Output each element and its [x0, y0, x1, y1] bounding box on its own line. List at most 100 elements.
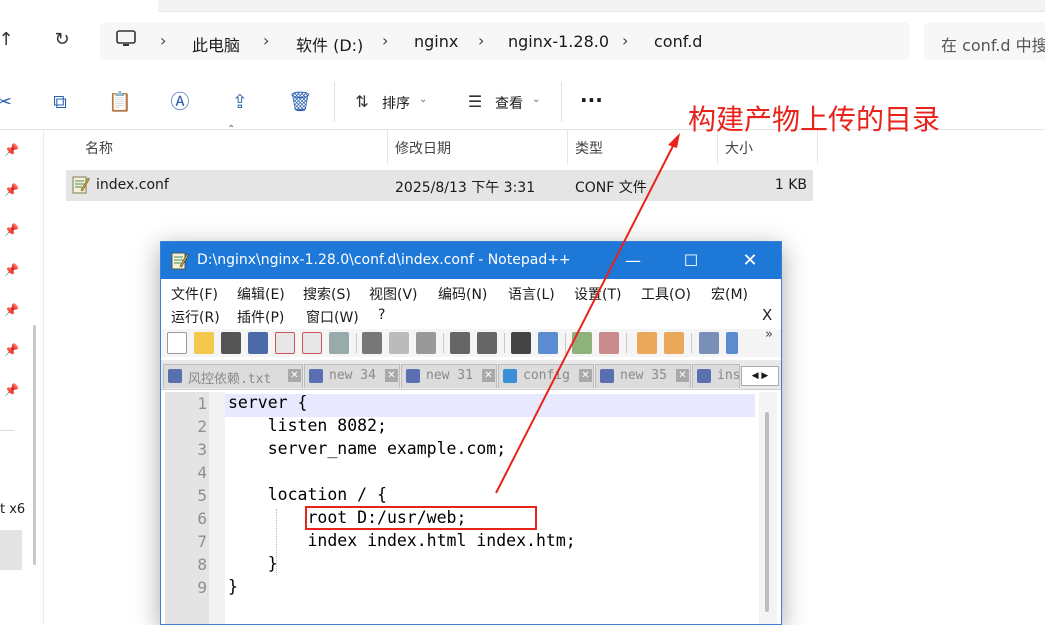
open-file-icon[interactable]	[194, 332, 214, 354]
pin-icon[interactable]: 📌	[4, 183, 19, 197]
column-header-name[interactable]: 名称	[85, 138, 113, 158]
refresh-icon[interactable]: ↻	[50, 28, 74, 52]
column-header-type[interactable]: 类型	[575, 138, 603, 158]
pin-icon[interactable]: 📌	[4, 263, 19, 277]
search-input[interactable]: 在 conf.d 中搜	[924, 22, 1045, 60]
code-editor[interactable]: 1 2 3 4 5 6 7 8 9 server { listen 8082; …	[165, 392, 777, 624]
tab-close-icon[interactable]: ✕	[385, 369, 398, 382]
breadcrumb-this-pc[interactable]: 此电脑	[192, 32, 240, 56]
find-icon[interactable]	[511, 332, 531, 354]
menu-language[interactable]: 语言(L)	[508, 284, 555, 304]
view-icon[interactable]: ☰	[463, 90, 487, 114]
menu-settings[interactable]: 设置(T)	[574, 284, 621, 304]
pin-icon[interactable]: 📌	[4, 303, 19, 317]
tab-item[interactable]: new 31 ✕	[401, 364, 497, 388]
rename-icon[interactable]: Ⓐ	[168, 90, 192, 114]
cut-icon[interactable]: ✂	[0, 90, 16, 114]
tab-close-icon[interactable]: ✕	[676, 369, 689, 382]
file-row[interactable]: index.conf 2025/8/13 下午 3:31 CONF 文件 1 K…	[66, 170, 813, 201]
toolbar-overflow-icon[interactable]: »	[765, 327, 773, 342]
menu-view[interactable]: 视图(V)	[369, 284, 418, 304]
pin-icon[interactable]: 📌	[4, 143, 19, 157]
save-icon	[697, 369, 711, 383]
pin-icon[interactable]: 📌	[4, 223, 19, 237]
copy-icon[interactable]: ⧉	[48, 90, 72, 114]
tab-item[interactable]: new 35 ✕	[595, 364, 691, 388]
title-strip	[158, 0, 1045, 12]
redo-icon[interactable]	[477, 332, 497, 354]
maximize-button[interactable]: ☐	[662, 242, 720, 279]
breadcrumb-drive[interactable]: 软件 (D:)	[296, 32, 363, 56]
address-bar[interactable]: › 此电脑 › 软件 (D:) › nginx › nginx-1.28.0 ›…	[100, 22, 910, 60]
scrollbar-thumb[interactable]	[765, 412, 769, 612]
close-document-button[interactable]: X	[762, 306, 772, 324]
notepad-menubar: 文件(F) 编辑(E) 搜索(S) 视图(V) 编码(N) 语言(L) 设置(T…	[161, 279, 781, 329]
print-icon[interactable]	[329, 332, 349, 354]
zoom-in-icon[interactable]	[572, 332, 592, 354]
up-arrow-icon[interactable]: ↑	[0, 28, 18, 52]
menu-help[interactable]: ?	[378, 307, 385, 323]
breadcrumb-conf-d[interactable]: conf.d	[654, 32, 702, 51]
cut-icon[interactable]	[362, 332, 382, 354]
save-icon[interactable]	[221, 332, 241, 354]
tab-scroll-arrows[interactable]: ◀ ▶	[741, 366, 779, 386]
file-size: 1 KB	[774, 177, 807, 193]
menu-macro[interactable]: 宏(M)	[711, 284, 748, 304]
copy-icon[interactable]	[389, 332, 409, 354]
tab-close-icon[interactable]: ✕	[288, 369, 301, 382]
save-all-icon[interactable]	[248, 332, 268, 354]
show-all-chars-icon[interactable]	[726, 332, 738, 354]
code-line: }	[228, 577, 238, 596]
pin-icon[interactable]: 📌	[4, 343, 19, 357]
menu-plugins[interactable]: 插件(P)	[237, 307, 284, 327]
column-divider[interactable]	[567, 130, 568, 164]
tab-close-icon[interactable]: ✕	[579, 369, 592, 382]
sync-horizontal-icon[interactable]	[664, 332, 684, 354]
tab-item[interactable]: ins	[692, 364, 740, 388]
menu-edit[interactable]: 编辑(E)	[237, 284, 285, 304]
nav-item-label[interactable]: t x6	[0, 502, 25, 517]
tab-item[interactable]: 风控依赖.txt ✕	[163, 364, 303, 388]
menu-tools[interactable]: 工具(O)	[641, 284, 691, 304]
menu-run[interactable]: 运行(R)	[171, 307, 220, 327]
delete-icon[interactable]: 🗑	[288, 90, 312, 114]
menu-encoding[interactable]: 编码(N)	[438, 284, 487, 304]
close-button[interactable]: ✕	[721, 242, 779, 279]
menu-window[interactable]: 窗口(W)	[306, 307, 359, 327]
close-all-icon[interactable]	[302, 332, 322, 354]
paste-icon[interactable]: 📋	[108, 90, 132, 114]
paste-icon[interactable]	[416, 332, 436, 354]
tab-item[interactable]: config ✕	[498, 364, 594, 388]
more-options-button[interactable]: ···	[580, 88, 603, 112]
column-header-size[interactable]: 大小	[725, 138, 753, 158]
breadcrumb-nginx-version[interactable]: nginx-1.28.0	[508, 32, 609, 51]
computer-icon[interactable]	[116, 30, 136, 52]
menu-file[interactable]: 文件(F)	[171, 284, 218, 304]
new-file-icon[interactable]	[167, 332, 187, 354]
sort-button[interactable]: 排序	[382, 93, 410, 113]
view-button[interactable]: 查看	[495, 93, 523, 113]
fold-margin[interactable]	[209, 392, 225, 624]
column-header-modified[interactable]: 修改日期	[395, 138, 451, 158]
share-icon[interactable]: ⇪	[228, 90, 252, 114]
notepad-titlebar[interactable]: D:\nginx\nginx-1.28.0\conf.d\index.conf …	[161, 242, 781, 279]
nav-item-selected[interactable]	[0, 530, 22, 570]
zoom-out-icon[interactable]	[599, 332, 619, 354]
column-divider[interactable]	[387, 130, 388, 164]
close-file-icon[interactable]	[275, 332, 295, 354]
tab-item[interactable]: new 34 ✕	[304, 364, 400, 388]
menu-search[interactable]: 搜索(S)	[303, 284, 351, 304]
editor-scrollbar[interactable]	[759, 392, 777, 624]
save-icon	[406, 369, 420, 383]
file-type: CONF 文件	[575, 180, 647, 196]
tab-close-icon[interactable]: ✕	[482, 369, 495, 382]
undo-icon[interactable]	[450, 332, 470, 354]
minimize-button[interactable]: —	[604, 242, 662, 279]
breadcrumb-nginx[interactable]: nginx	[414, 32, 458, 51]
replace-icon[interactable]	[538, 332, 558, 354]
pin-icon[interactable]: 📌	[4, 383, 19, 397]
word-wrap-icon[interactable]	[699, 332, 719, 354]
nav-scrollbar[interactable]	[33, 325, 36, 565]
sort-icon[interactable]: ⇅	[350, 90, 374, 114]
sync-vertical-icon[interactable]	[637, 332, 657, 354]
